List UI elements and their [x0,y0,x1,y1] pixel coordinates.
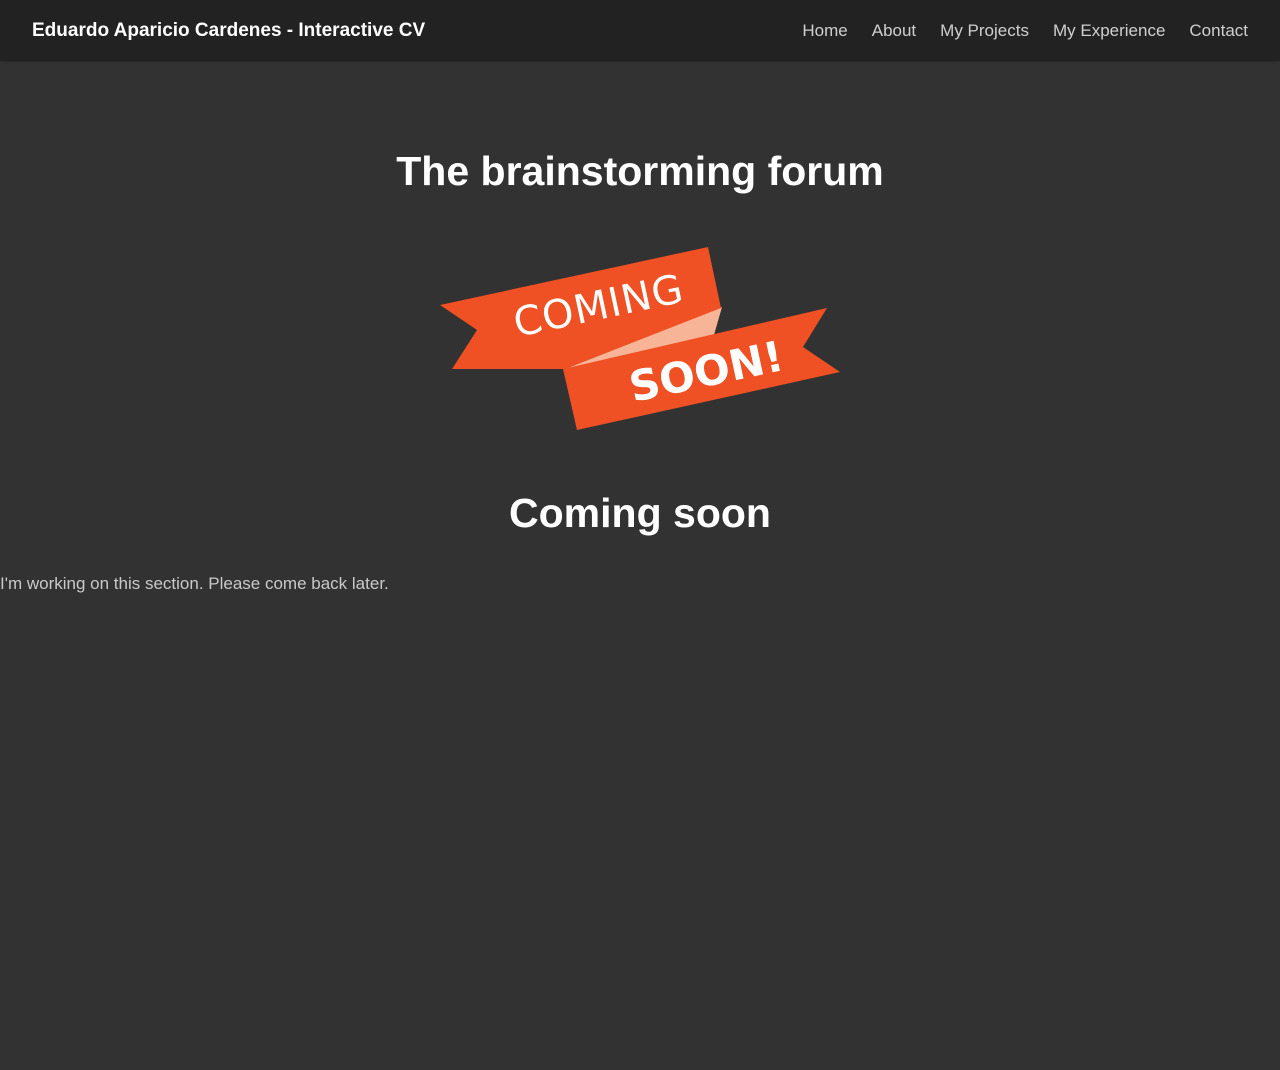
nav-link-about[interactable]: About [872,21,916,41]
nav-link-home[interactable]: Home [802,21,847,41]
site-brand-link[interactable]: Eduardo Aparicio Cardenes - Interactive … [32,0,425,61]
top-navbar: Eduardo Aparicio Cardenes - Interactive … [0,0,1280,61]
coming-soon-banner-image: COMING SOON! [440,247,840,430]
nav-link-my-projects[interactable]: My Projects [940,21,1029,41]
coming-soon-heading: Coming soon [509,490,771,536]
main-content: The brainstorming forum COMING SOON! Com… [0,61,1280,1070]
status-message: I'm working on this section. Please come… [0,574,389,593]
nav-link-contact[interactable]: Contact [1189,21,1248,41]
nav-link-my-experience[interactable]: My Experience [1053,21,1165,41]
nav-links: Home About My Projects My Experience Con… [802,0,1248,61]
page-title: The brainstorming forum [396,148,884,194]
